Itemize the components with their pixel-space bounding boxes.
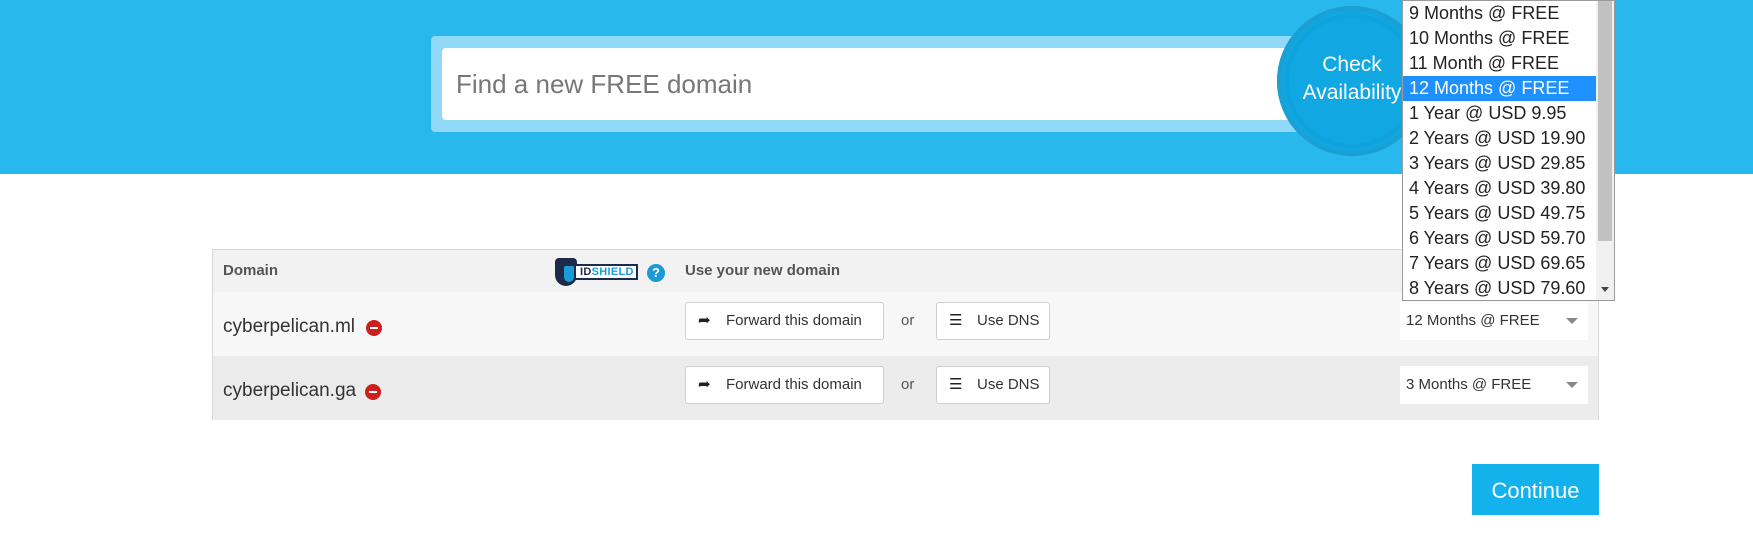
- dropdown-option[interactable]: 9 Months @ FREE: [1403, 1, 1596, 26]
- list-icon: ☰: [949, 376, 963, 393]
- domain-name: cyberpelican.ga: [223, 380, 357, 401]
- forward-domain-button[interactable]: ➦ Forward this domain: [685, 366, 884, 404]
- domain-table: Domain Use your new domain cyberpelican.…: [212, 249, 1599, 420]
- idshield-wordmark: IDSHIELD: [574, 264, 638, 280]
- dns-label: Use DNS: [977, 376, 1040, 393]
- dropdown-option[interactable]: 10 Months @ FREE: [1403, 26, 1596, 51]
- dropdown-option[interactable]: 8 Years @ USD 79.60: [1403, 276, 1596, 300]
- continue-button[interactable]: Continue: [1472, 464, 1599, 515]
- header-domain: Domain: [223, 262, 279, 279]
- dropdown-option[interactable]: 1 Year @ USD 9.95: [1403, 101, 1596, 126]
- or-text: or: [901, 312, 915, 329]
- domain-name: cyberpelican.ml: [223, 316, 355, 337]
- help-icon[interactable]: ?: [647, 264, 665, 282]
- forward-label: Forward this domain: [726, 312, 862, 329]
- share-forward-icon: ➦: [698, 312, 711, 329]
- period-select[interactable]: 12 Months @ FREE: [1400, 302, 1588, 340]
- list-icon: ☰: [949, 312, 963, 329]
- dns-label: Use DNS: [977, 312, 1040, 329]
- or-text: or: [901, 376, 915, 393]
- remove-domain-icon[interactable]: [365, 384, 381, 400]
- dropdown-option[interactable]: 11 Month @ FREE: [1403, 51, 1596, 76]
- dropdown-option[interactable]: 5 Years @ USD 49.75: [1403, 201, 1596, 226]
- table-row: cyberpelican.ml ➦ Forward this domain or…: [213, 292, 1598, 357]
- header-use-domain: Use your new domain: [685, 262, 841, 279]
- use-dns-button[interactable]: ☰ Use DNS: [936, 366, 1050, 404]
- period-select-value: 12 Months @ FREE: [1406, 312, 1540, 329]
- chevron-down-icon: [1566, 382, 1578, 388]
- share-forward-icon: ➦: [698, 376, 711, 393]
- dropdown-option[interactable]: 3 Years @ USD 29.85: [1403, 151, 1596, 176]
- scroll-down-arrow-icon[interactable]: [1601, 287, 1609, 292]
- scrollbar[interactable]: [1596, 1, 1614, 300]
- dropdown-option[interactable]: 6 Years @ USD 59.70: [1403, 226, 1596, 251]
- scrollbar-thumb[interactable]: [1598, 1, 1612, 241]
- period-dropdown-list[interactable]: 9 Months @ FREE 10 Months @ FREE 11 Month …: [1402, 0, 1615, 301]
- chevron-down-icon: [1566, 318, 1578, 324]
- idshield-logo: IDSHIELD: [552, 258, 640, 286]
- table-header: Domain Use your new domain: [213, 250, 1598, 293]
- domain-search-input[interactable]: [442, 48, 1302, 120]
- use-dns-button[interactable]: ☰ Use DNS: [936, 302, 1050, 340]
- dropdown-option[interactable]: 2 Years @ USD 19.90: [1403, 126, 1596, 151]
- dropdown-option[interactable]: 4 Years @ USD 39.80: [1403, 176, 1596, 201]
- period-select[interactable]: 3 Months @ FREE: [1400, 366, 1588, 404]
- forward-label: Forward this domain: [726, 376, 862, 393]
- period-select-value: 3 Months @ FREE: [1406, 376, 1532, 393]
- table-row: cyberpelican.ga ➦ Forward this domain or…: [213, 356, 1598, 420]
- dropdown-option[interactable]: 7 Years @ USD 69.65: [1403, 251, 1596, 276]
- forward-domain-button[interactable]: ➦ Forward this domain: [685, 302, 884, 340]
- dropdown-option[interactable]: 12 Months @ FREE: [1403, 76, 1596, 101]
- remove-domain-icon[interactable]: [366, 320, 382, 336]
